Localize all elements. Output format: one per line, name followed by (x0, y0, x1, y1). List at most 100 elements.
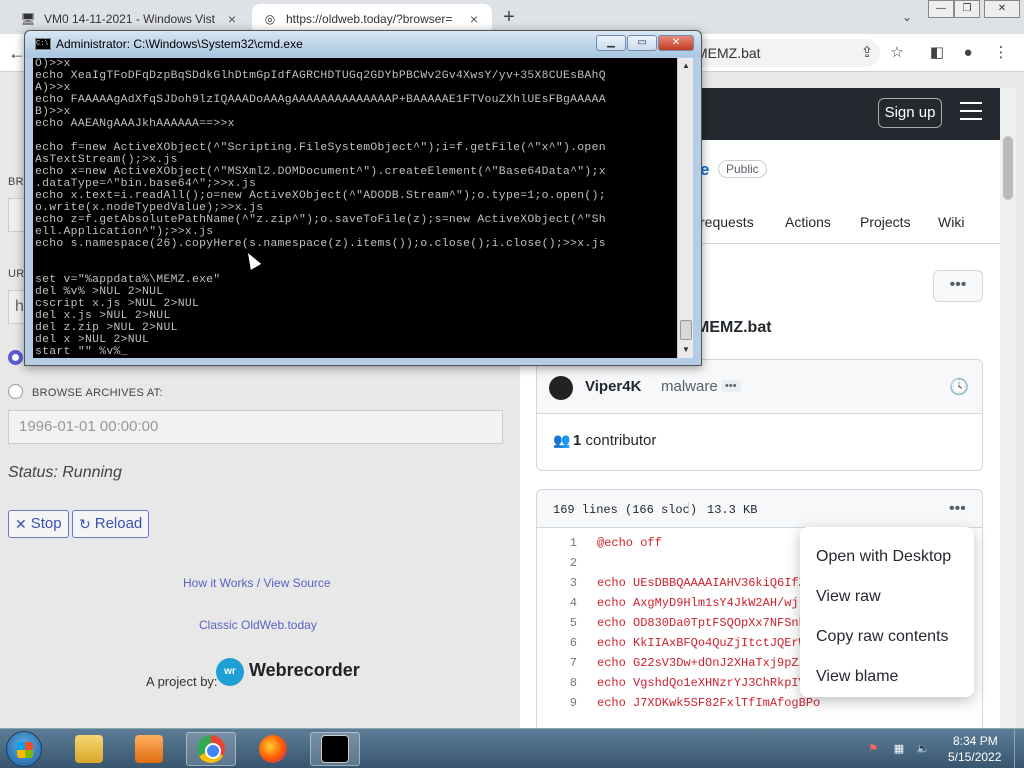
tab-title: VM0 14-11-2021 - Windows Vist (44, 12, 215, 26)
cmd-icon: C:\ (35, 38, 51, 50)
line-number[interactable]: 6 (537, 636, 577, 650)
cmd-console[interactable]: O)>>x echo XeaIgTFoDFqDzpBqSDdkGlhDtmGpI… (33, 58, 677, 358)
cmd-icon (321, 735, 349, 763)
scrollbar-thumb[interactable] (1003, 136, 1013, 200)
line-number[interactable]: 8 (537, 676, 577, 690)
cmd-minimize-button[interactable]: ▁ (596, 35, 626, 51)
volume-icon[interactable]: 🔈 (916, 742, 930, 756)
folder-icon (75, 735, 103, 763)
avatar[interactable] (549, 376, 573, 400)
new-tab-button[interactable]: + (498, 6, 520, 28)
clock-time[interactable]: 8:34 PM (953, 734, 998, 748)
taskbar-explorer[interactable] (64, 732, 114, 766)
windows-logo-icon (17, 742, 33, 758)
tab-pull-requests[interactable]: requests (700, 214, 754, 230)
tab-wiki[interactable]: Wiki (938, 214, 964, 230)
stop-button[interactable]: ✕ Stop (8, 510, 69, 538)
page-scrollbar[interactable] (1000, 88, 1016, 728)
close-icon: ✕ (15, 516, 27, 532)
start-button[interactable] (6, 731, 42, 767)
tab-search-icon[interactable]: ⌄ (896, 6, 918, 28)
line-number[interactable]: 9 (537, 696, 577, 710)
contributors-count: 1 (573, 432, 582, 449)
share-icon[interactable]: ⇪ (856, 42, 878, 64)
cmd-scrollbar[interactable]: ▲ ▼ (677, 58, 693, 358)
taskbar-chrome[interactable] (186, 732, 236, 766)
minimize-button[interactable]: — (928, 0, 954, 18)
history-icon[interactable]: 🕓 (949, 377, 969, 397)
network-icon[interactable]: ▦ (892, 742, 906, 756)
project-by-text: A project by: (146, 674, 218, 689)
webrecorder-logo-icon[interactable]: wr (216, 658, 244, 686)
menu-view-blame[interactable]: View blame (800, 657, 974, 697)
line-number[interactable]: 1 (537, 536, 577, 550)
action-center-icon[interactable]: ⚑ (866, 742, 880, 756)
line-content: echo VgshdQo1eXHNzrYJ3ChRkpIVKY (597, 676, 821, 690)
close-button[interactable]: ✕ (984, 0, 1020, 18)
cmd-title-bar[interactable]: C:\ Administrator: C:\Windows\System32\c… (25, 31, 701, 57)
reload-icon: ↻ (79, 516, 91, 532)
commit-message[interactable]: malware (661, 378, 718, 395)
line-number[interactable]: 5 (537, 616, 577, 630)
people-icon: 👥 (553, 432, 571, 448)
menu-copy-raw[interactable]: Copy raw contents (800, 617, 974, 657)
menu-open-with-desktop[interactable]: Open with Desktop (800, 537, 974, 577)
more-options-button[interactable]: ••• (933, 270, 983, 302)
line-content: echo UEsDBBQAAAAIAHV36kiQ6IfZcy (597, 576, 821, 590)
webrecorder-link[interactable]: Webrecorder (249, 660, 360, 681)
file-options-menu: Open with Desktop View raw Copy raw cont… (800, 527, 974, 697)
side-panel-icon[interactable]: ◧ (926, 42, 948, 64)
contributors-link[interactable]: 1 contributor (573, 432, 656, 449)
maximize-button[interactable]: ❐ (954, 0, 980, 18)
reload-button[interactable]: ↻ Reload (72, 510, 150, 538)
divider: | (685, 501, 693, 515)
classic-oldweb-link[interactable]: Classic OldWeb.today (199, 618, 317, 632)
line-number[interactable]: 2 (537, 556, 577, 570)
code-menu-button[interactable]: ••• (949, 500, 966, 518)
cmd-close-button[interactable]: ✕ (658, 35, 694, 51)
tab-title: https://oldweb.today/?browser= (286, 12, 453, 26)
line-number[interactable]: 3 (537, 576, 577, 590)
scroll-down-icon[interactable]: ▼ (678, 342, 694, 358)
tab-actions[interactable]: Actions (785, 214, 831, 230)
bookmark-star-icon[interactable]: ☆ (886, 42, 908, 64)
hamburger-menu-icon[interactable] (960, 102, 982, 120)
sign-up-button[interactable]: Sign up (878, 98, 942, 128)
cmd-scroll-thumb[interactable] (680, 320, 692, 340)
taskbar-cmd[interactable] (310, 732, 360, 766)
public-badge: Public (718, 160, 767, 178)
cmd-title: Administrator: C:\Windows\System32\cmd.e… (56, 37, 303, 51)
tab-close-icon[interactable]: × (466, 11, 482, 27)
line-number[interactable]: 4 (537, 596, 577, 610)
tab-close-icon[interactable]: × (224, 11, 240, 27)
tab-projects[interactable]: Projects (860, 214, 911, 230)
taskbar-media-player[interactable] (124, 732, 174, 766)
taskbar-firefox[interactable] (248, 732, 298, 766)
live-web-radio[interactable] (8, 350, 23, 365)
line-count: 169 lines (166 sloc) (553, 503, 698, 517)
contributors-label: contributor (585, 432, 657, 449)
archive-radio[interactable] (8, 384, 23, 399)
clock-date[interactable]: 5/15/2022 (948, 750, 1001, 764)
status-text: Status: Running (8, 464, 122, 481)
cmd-window[interactable]: C:\ Administrator: C:\Windows\System32\c… (24, 30, 702, 366)
menu-view-raw[interactable]: View raw (800, 577, 974, 617)
stop-label: Stop (30, 515, 62, 532)
line-number[interactable]: 7 (537, 656, 577, 670)
address-bar[interactable]: MEMZ.bat (680, 39, 880, 67)
menu-kebab-icon[interactable]: ⋮ (990, 42, 1012, 64)
commit-expand-button[interactable]: ••• (721, 380, 741, 392)
show-desktop-button[interactable] (1014, 729, 1024, 768)
scroll-up-icon[interactable]: ▲ (678, 58, 694, 74)
cmd-maximize-button[interactable]: ▭ (627, 35, 657, 51)
commit-header: Viper4K malware ••• 🕓 (537, 360, 982, 414)
code-line: 9 echo J7XDKwk5SF82FxlTfImAfogBPo (537, 696, 982, 716)
latest-commit-box: Viper4K malware ••• 🕓 👥 1 contributor (536, 359, 983, 471)
how-it-works-link[interactable]: How it Works / View Source (183, 576, 331, 590)
commit-author[interactable]: Viper4K (585, 378, 641, 395)
line-content: @echo off (597, 536, 662, 550)
tab-strip: 🖥 VM0 14-11-2021 - Windows Vist × ◎ http… (0, 0, 1024, 34)
profile-icon[interactable]: ● (957, 42, 979, 64)
reload-label: Reload (94, 515, 143, 532)
archive-date-input[interactable]: 1996-01-01 00:00:00 (8, 410, 503, 444)
